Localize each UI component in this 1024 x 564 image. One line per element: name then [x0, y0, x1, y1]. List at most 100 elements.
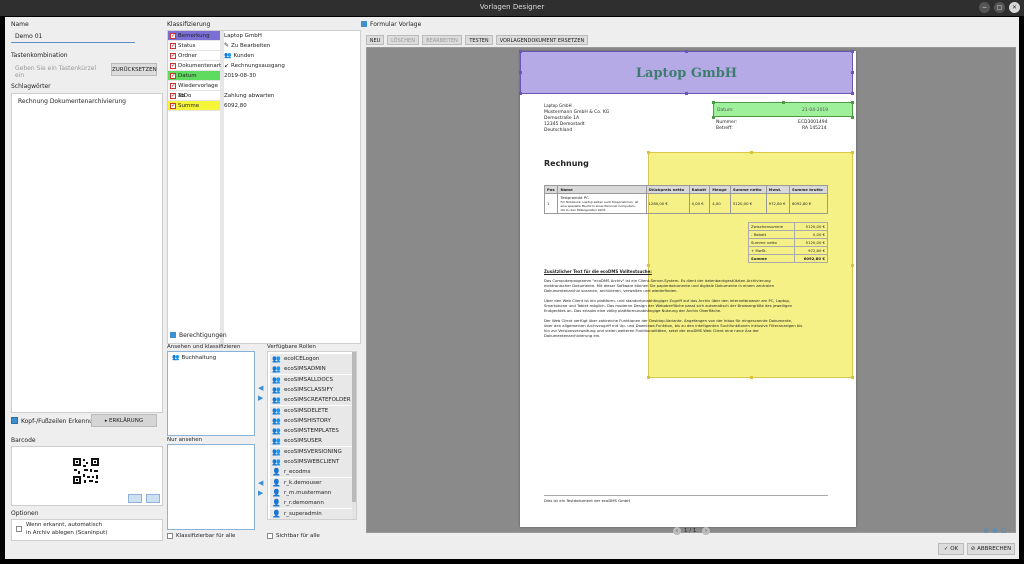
- role-item[interactable]: 👤 r_ecodms: [270, 467, 354, 478]
- roles-scrollbar[interactable]: [352, 352, 356, 519]
- minimize-button[interactable]: −: [979, 2, 990, 13]
- classification-row[interactable]: ToDo Zahlung abwarten: [168, 91, 360, 101]
- role-item[interactable]: 👤 r_m.mustermann: [270, 487, 354, 498]
- test-button[interactable]: TESTEN: [465, 35, 493, 45]
- role-item[interactable]: 👤 r_r.demomann: [270, 498, 354, 509]
- zoom-fit-icon[interactable]: ⊡: [1001, 527, 1007, 535]
- classification-value[interactable]: ✎ Zu Bearbeiten: [224, 41, 270, 51]
- move-left-arrow-icon[interactable]: ◀: [258, 385, 263, 392]
- classification-row[interactable]: Dokumentenart↙Rechnungsausgang: [168, 61, 360, 71]
- next-page-button[interactable]: ›: [702, 527, 710, 535]
- zone-handle[interactable]: [851, 50, 854, 53]
- explanation-button[interactable]: ▸ ERKLÄRUNG: [91, 414, 157, 427]
- purple-zone[interactable]: Laptop GmbH: [520, 51, 853, 94]
- zone-handle[interactable]: [647, 264, 650, 267]
- zone-handle[interactable]: [647, 376, 650, 379]
- barcode-add-button[interactable]: [128, 494, 142, 503]
- zone-handle[interactable]: [851, 376, 854, 379]
- view-classify-list[interactable]: 👥 Buchhaltung: [167, 351, 255, 436]
- replace-template-button[interactable]: VORLAGENDOKUMENT ERSETZEN: [496, 35, 588, 45]
- zone-handle[interactable]: [851, 151, 854, 154]
- role-item[interactable]: 👥 ecoSIMSADMIN: [270, 364, 354, 375]
- classification-row[interactable]: Wiedervorlage ab: [168, 81, 360, 99]
- shortcut-input[interactable]: Geben Sie ein Tastenkürzel ein: [11, 63, 109, 79]
- classification-row[interactable]: Bemerkung Laptop GmbH: [168, 31, 360, 41]
- row-checkbox[interactable]: [170, 51, 176, 61]
- delete-button[interactable]: LÖSCHEN: [387, 35, 419, 45]
- zone-handle[interactable]: [519, 71, 522, 74]
- auto-archive-checkbox[interactable]: [16, 526, 22, 532]
- keywords-area[interactable]: Rechnung Dokumentenarchivierung: [11, 93, 163, 413]
- zone-handle[interactable]: [851, 101, 854, 104]
- template-toggle[interactable]: [361, 21, 367, 27]
- zone-handle[interactable]: [782, 101, 785, 104]
- classifiable-checkbox[interactable]: [167, 533, 173, 539]
- move-left-arrow-icon-2[interactable]: ◀: [258, 480, 263, 487]
- zone-handle[interactable]: [750, 151, 753, 154]
- zone-handle[interactable]: [519, 92, 522, 95]
- row-checkbox[interactable]: [170, 81, 176, 91]
- list-item[interactable]: 👥 Buchhaltung: [172, 354, 216, 361]
- role-item[interactable]: 👥 ecoSIMSWEBCLIENT: [270, 457, 354, 467]
- row-checkbox[interactable]: [170, 41, 176, 51]
- role-item[interactable]: 👤 r_superadmin: [270, 508, 354, 519]
- role-item[interactable]: 👥 ecoSIMSCLASSIFY: [270, 384, 354, 395]
- reset-button[interactable]: ZURÜCKSETZEN: [111, 63, 157, 76]
- role-item[interactable]: 👥 ecoSIMSVERSIONING: [270, 446, 354, 457]
- maximize-button[interactable]: ▢: [994, 2, 1005, 13]
- role-item[interactable]: 👥 ecoSIMSDELETE: [270, 405, 354, 416]
- classification-row[interactable]: Status ✎Zu Bearbeiten: [168, 41, 360, 51]
- role-item[interactable]: 👥 ecoSIMSALLDOCS: [270, 374, 354, 385]
- classification-row[interactable]: Summe 6092,80: [168, 101, 360, 111]
- classification-value[interactable]: Zahlung abwarten: [224, 91, 274, 101]
- zone-handle[interactable]: [750, 376, 753, 379]
- classification-value[interactable]: 6092,80: [224, 101, 247, 111]
- visible-checkbox[interactable]: [267, 533, 273, 539]
- classification-value[interactable]: ↙ Rechnungsausgang: [224, 61, 285, 71]
- cancel-button[interactable]: ⊘ ABBRECHEN: [967, 543, 1015, 555]
- zone-handle[interactable]: [685, 50, 688, 53]
- header-footer-checkbox[interactable]: [11, 417, 18, 424]
- zone-handle[interactable]: [519, 50, 522, 53]
- zone-handle[interactable]: [647, 151, 650, 154]
- prev-page-button[interactable]: ‹: [673, 527, 681, 535]
- role-item[interactable]: 👥 ecoSIMSTEMPLATES: [270, 426, 354, 437]
- zone-handle[interactable]: [851, 264, 854, 267]
- role-item[interactable]: 👥 ecoICELogon: [270, 354, 354, 364]
- available-roles-list[interactable]: 👥 ecoICELogon 👥 ecoSIMSADMIN 👥 ecoSIMSALLDOCS…: [267, 351, 357, 520]
- zone-handle[interactable]: [851, 92, 854, 95]
- role-item[interactable]: 👥 ecoSIMSCREATEFOLDER: [270, 395, 354, 406]
- row-checkbox[interactable]: [170, 101, 176, 111]
- classification-value[interactable]: 2019-08-30: [224, 71, 256, 81]
- name-input[interactable]: Demo 01: [11, 31, 135, 43]
- zoom-in-icon[interactable]: ⊕: [992, 527, 998, 535]
- classification-value[interactable]: Laptop GmbH: [224, 31, 262, 41]
- zone-handle[interactable]: [851, 71, 854, 74]
- preview-area[interactable]: Laptop GmbH Laptop GmbH Mustermann GmbH …: [366, 47, 1016, 533]
- move-right-arrow-icon[interactable]: ▶: [258, 395, 263, 402]
- classification-row[interactable]: Datum 2019-08-30: [168, 71, 360, 81]
- row-checkbox[interactable]: [170, 91, 176, 101]
- view-only-list[interactable]: [167, 444, 255, 530]
- new-button[interactable]: NEU: [366, 35, 384, 45]
- role-item[interactable]: 👥 ecoSIMSUSER: [270, 436, 354, 447]
- edit-button[interactable]: BEARBEITEN: [422, 35, 462, 45]
- ok-button[interactable]: ✓ OK: [938, 543, 964, 555]
- role-item[interactable]: 👤 r_k.demouser: [270, 477, 354, 488]
- zone-handle[interactable]: [712, 116, 715, 119]
- classification-value[interactable]: 👥 Kunden: [224, 51, 254, 61]
- zoom-out-icon[interactable]: ⊖: [983, 527, 989, 535]
- move-right-arrow-icon-2[interactable]: ▶: [258, 490, 263, 497]
- row-checkbox[interactable]: [170, 61, 176, 71]
- row-checkbox[interactable]: [170, 71, 176, 81]
- green-zone[interactable]: Datum: 21-04-2019: [713, 102, 853, 117]
- barcode-remove-button[interactable]: [146, 494, 160, 503]
- row-checkbox[interactable]: [170, 31, 176, 41]
- permissions-toggle[interactable]: [170, 332, 176, 338]
- close-button[interactable]: ✕: [1009, 2, 1020, 13]
- zone-handle[interactable]: [685, 92, 688, 95]
- role-item[interactable]: 👥 ecoSIMSHISTORY: [270, 415, 354, 426]
- zone-handle[interactable]: [712, 101, 715, 104]
- classification-row[interactable]: Ordner 👥Kunden: [168, 51, 360, 61]
- zone-handle[interactable]: [851, 116, 854, 119]
